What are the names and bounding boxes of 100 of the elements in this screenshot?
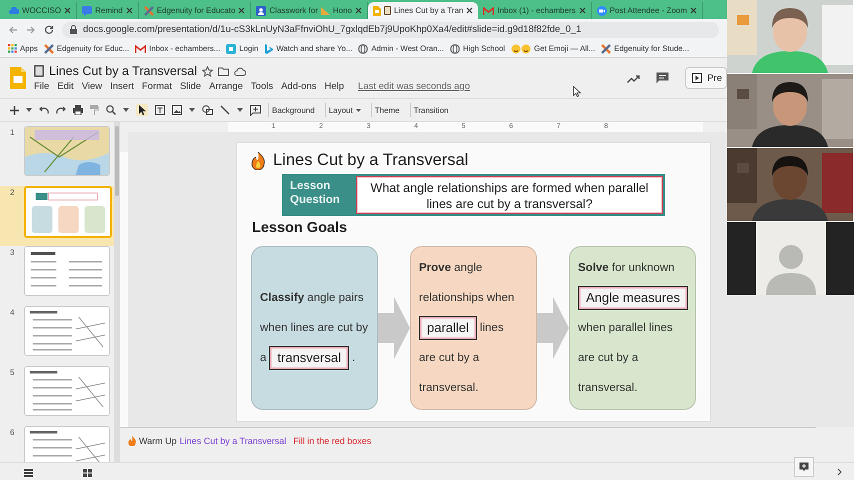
image-icon[interactable] (172, 105, 182, 115)
slide-number: 5 (10, 367, 16, 377)
cross-icon (44, 44, 54, 54)
lock-icon (70, 25, 77, 34)
toolbar-button[interactable]: Theme (370, 103, 403, 117)
star-icon[interactable] (202, 66, 213, 76)
menu-item[interactable]: Format (142, 81, 172, 92)
goal-text: lines (480, 322, 504, 334)
slide-row[interactable]: 6 (0, 426, 114, 462)
slide-thumbnail[interactable] (24, 306, 110, 356)
goal-text: Prove angle (419, 262, 482, 274)
shape-icon[interactable] (202, 105, 213, 115)
explore-button[interactable] (794, 457, 814, 477)
answer-box[interactable]: Angle measures (578, 286, 688, 310)
close-icon[interactable] (466, 7, 474, 14)
document-title[interactable]: Lines Cut by a Transversal (49, 64, 197, 78)
slide-row[interactable]: 4 (0, 306, 114, 366)
cloud-icon[interactable] (234, 66, 246, 76)
menu-item[interactable]: Arrange (209, 81, 243, 92)
menu-item[interactable]: View (82, 81, 102, 92)
menu-item[interactable]: File (34, 81, 50, 92)
slide-row[interactable]: 5 (0, 366, 114, 426)
book-icon (384, 6, 391, 15)
slide-thumbnail[interactable] (24, 426, 110, 462)
slide-number: 3 (10, 247, 16, 257)
folder-icon[interactable] (218, 66, 229, 76)
caret-icon[interactable] (237, 108, 243, 112)
grid-view-icon[interactable] (83, 469, 92, 477)
section-heading: Lesson Goals (252, 220, 348, 236)
slides-logo-icon (10, 67, 26, 89)
close-icon[interactable] (354, 7, 362, 14)
reload-icon[interactable] (44, 24, 54, 34)
address-field[interactable]: docs.google.com/presentation/d/1u-cS3kLnUyN3aFfnviOhU_7gxlqdEb7j9UpoKhp0Xa4/edit#slide=id.g9d18f82fde_0_1 (62, 22, 719, 38)
menu-item[interactable]: Slide (180, 81, 202, 92)
plus-icon[interactable] (10, 106, 19, 114)
list-view-icon[interactable] (24, 469, 33, 477)
person-icon (256, 6, 266, 16)
tab-title: Lines Cut by a Tran (394, 6, 464, 15)
video-camera-icon (596, 6, 607, 16)
slide-thumbnail[interactable] (24, 126, 110, 176)
last-edit-link[interactable]: Last edit was seconds ago (358, 81, 470, 92)
slide-number: 2 (10, 187, 16, 197)
notes-link[interactable]: Lines Cut by a Transversal (180, 436, 286, 446)
slide-number: 6 (10, 427, 16, 437)
zoom-icon[interactable] (106, 105, 116, 115)
goal-text: when lines are cut by (260, 322, 368, 334)
menu-item[interactable]: Edit (57, 81, 74, 92)
slide-number: 4 (10, 307, 16, 317)
goal-text: when parallel lines (578, 322, 673, 334)
goal-text: are cut by a (578, 352, 638, 364)
comment-icon[interactable] (656, 72, 670, 84)
slide-thumbnail[interactable] (24, 246, 110, 296)
print-icon[interactable] (73, 105, 83, 115)
chevron-right-icon[interactable] (837, 468, 842, 476)
tab-title: WOCCISO (22, 6, 62, 15)
select-cursor-icon[interactable] (136, 104, 148, 116)
present-icon (692, 73, 702, 83)
goal-text: transversal. (419, 382, 478, 394)
menu-item[interactable]: Help (324, 81, 344, 92)
scrollbar[interactable] (114, 122, 120, 462)
slide-row[interactable]: 2 (0, 186, 114, 246)
toolbar-button[interactable]: Background (268, 103, 318, 117)
emoji-faces-icon (511, 44, 532, 54)
redo-icon[interactable] (56, 106, 66, 114)
toolbar-button[interactable]: Transition (410, 103, 452, 117)
menu-item[interactable]: Add-ons (281, 81, 316, 92)
close-icon[interactable] (578, 7, 586, 14)
flame-icon (128, 436, 136, 446)
tab-title: Hono (332, 6, 352, 15)
forward-icon[interactable] (26, 24, 36, 34)
caret-icon[interactable] (189, 108, 195, 112)
caret-icon[interactable] (26, 108, 32, 112)
close-icon[interactable] (64, 7, 72, 14)
text-box-icon[interactable] (155, 105, 165, 115)
notes-text: Warm Up (139, 436, 177, 446)
slide-row[interactable]: 1 (0, 126, 114, 186)
close-icon[interactable] (126, 7, 133, 14)
menu-item[interactable]: Tools (250, 81, 274, 92)
slide-thumbnail[interactable] (24, 366, 110, 416)
back-icon[interactable] (8, 24, 18, 34)
book-icon (34, 65, 44, 77)
caret-icon[interactable] (123, 108, 129, 112)
close-icon[interactable] (238, 7, 246, 14)
toolbar-button[interactable]: Layout (324, 103, 364, 117)
goal-text: relationships when (419, 292, 514, 304)
slide-row[interactable]: 3 (0, 246, 114, 306)
line-icon[interactable] (220, 105, 230, 115)
answer-box[interactable]: parallel (419, 316, 477, 340)
add-comment-icon[interactable] (250, 104, 261, 116)
answer-box[interactable]: transversal (269, 346, 349, 370)
slide-thumbnail[interactable] (24, 186, 112, 238)
browser-tab[interactable]: Lines Cut by a Tran (368, 2, 478, 19)
tab-title: Remind (95, 6, 123, 15)
undo-icon[interactable] (39, 106, 49, 114)
menu-item[interactable]: Insert (110, 81, 134, 92)
present-button[interactable]: Pre (685, 67, 727, 89)
question-text: What angle relationships are formed when parallel lines are cut by a transversal? (356, 176, 663, 214)
goal-text: . (352, 352, 356, 364)
trend-icon[interactable] (627, 74, 640, 82)
close-icon[interactable] (690, 7, 697, 14)
